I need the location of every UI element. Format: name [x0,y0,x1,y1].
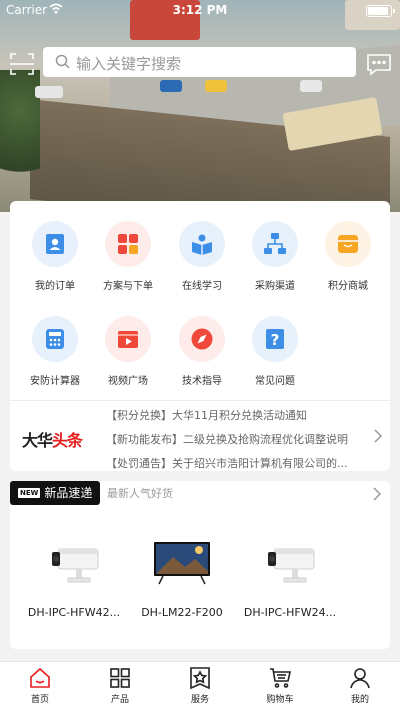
quick-menu-item[interactable]: 采购渠道 [237,221,313,292]
calculator-icon [32,316,78,362]
bottom-tab-bar: 首页 产品 服务 购物车 我的 [0,661,400,710]
news-item[interactable]: 【积分兑换】大华11月积分兑换活动通知 [106,404,368,428]
search-input[interactable]: 输入关键字搜索 [43,47,356,77]
cart-icon [270,668,291,688]
tab-label: 产品 [110,695,129,705]
quick-menu-item[interactable]: 视频广场 [90,316,166,387]
new-tag: NEW [18,488,41,498]
quick-menu-item[interactable]: 我的订单 [17,221,93,292]
tab-products[interactable]: 产品 [80,666,160,705]
search-icon [55,54,70,73]
search-placeholder: 输入关键字搜索 [76,55,182,73]
new-products-badge: NEW 新品速递 [10,481,101,505]
quick-menu-label: 方案与下单 [103,281,153,292]
banner-image-car [35,86,63,98]
order-icon [32,221,78,267]
quick-menu-card: 我的订单 方案与下单 在线学习 采购渠道 积分商城 安防计算器 视频广场 技术指导? 常见问题 … [10,201,390,471]
home-icon [30,667,50,688]
bullet-camera-icon [235,536,345,590]
quick-menu-label: 常见问题 [255,376,295,387]
quick-menu-label: 积分商城 [328,281,368,292]
banner-image-car [300,80,322,92]
scan-icon[interactable] [9,51,35,77]
news-logo: 大华头条 [22,431,83,450]
banner-image-car [160,80,182,92]
channel-icon [252,221,298,267]
solution-icon [105,221,151,267]
product-card[interactable]: DH-LM22-F200 [127,536,237,619]
banner-image-tree [0,70,40,210]
divider [10,400,390,401]
faq-icon: ? [252,316,298,362]
clock: 3:12 PM [172,3,228,17]
quick-menu-label: 技术指导 [182,376,222,387]
news-item[interactable]: 【新功能发布】二级兑换及抢购流程优化调整说明 [106,428,368,452]
tab-label: 我的 [350,695,369,705]
svg-text:?: ? [271,331,280,349]
quick-menu-item[interactable]: 安防计算器 [17,316,93,387]
quick-menu-label: 我的订单 [35,281,75,292]
bullet-camera-icon [19,536,129,590]
quick-menu-item[interactable]: 积分商城 [310,221,386,292]
product-name: DH-IPC-HFW42... [27,606,121,619]
products-icon [110,668,130,688]
monitor-icon [127,536,237,590]
new-products-section: NEW 新品速递 最新人气好货 DH-IPC-HFW42... DH-LM22-… [10,481,390,649]
tab-cart[interactable]: 购物车 [240,666,320,705]
tab-label: 购物车 [266,695,294,705]
quick-menu-item[interactable]: 在线学习 [164,221,240,292]
section-subtitle: 最新人气好货 [107,487,173,500]
banner-image-car [205,80,227,92]
tab-label: 服务 [190,695,209,705]
quick-menu-label: 在线学习 [182,281,222,292]
product-name: DH-IPC-HFW24... [243,606,337,619]
product-card[interactable]: DH-IPC-HFW24... [235,536,345,619]
chevron-right-icon[interactable] [373,486,382,505]
tab-home[interactable]: 首页 [0,666,80,705]
chevron-right-icon[interactable] [374,428,383,447]
quick-menu-item[interactable]: 技术指导 [164,316,240,387]
news-item[interactable]: 【处罚通告】关于绍兴市浩阳计算机有限公司的... [106,452,368,476]
quick-menu-label: 采购渠道 [255,281,295,292]
quick-menu-item[interactable]: 方案与下单 [90,221,166,292]
quick-menu-item[interactable]: ? 常见问题 [237,316,313,387]
compass-icon [179,316,225,362]
battery-icon [366,5,395,17]
quick-menu-label: 安防计算器 [30,376,80,387]
quick-menu-label: 视频广场 [108,376,148,387]
news-ticker[interactable]: 【积分兑换】大华11月积分兑换活动通知 【新功能发布】二级兑换及抢购流程优化调整… [106,404,368,476]
tab-profile[interactable]: 我的 [320,666,400,705]
section-title: 新品速递 [44,486,93,500]
banner-carousel[interactable] [0,0,400,212]
product-card[interactable]: DH-IPC-HFW42... [19,536,129,619]
video-icon [105,316,151,362]
tab-service[interactable]: 服务 [160,666,240,705]
status-bar: Carrier 3:12 PM [0,0,400,22]
profile-icon [350,668,370,689]
message-icon[interactable] [366,51,392,77]
product-name: DH-LM22-F200 [141,606,223,619]
study-icon [179,221,225,267]
tab-label: 首页 [30,695,49,705]
points-mall-icon [325,221,371,267]
service-icon [190,667,210,690]
